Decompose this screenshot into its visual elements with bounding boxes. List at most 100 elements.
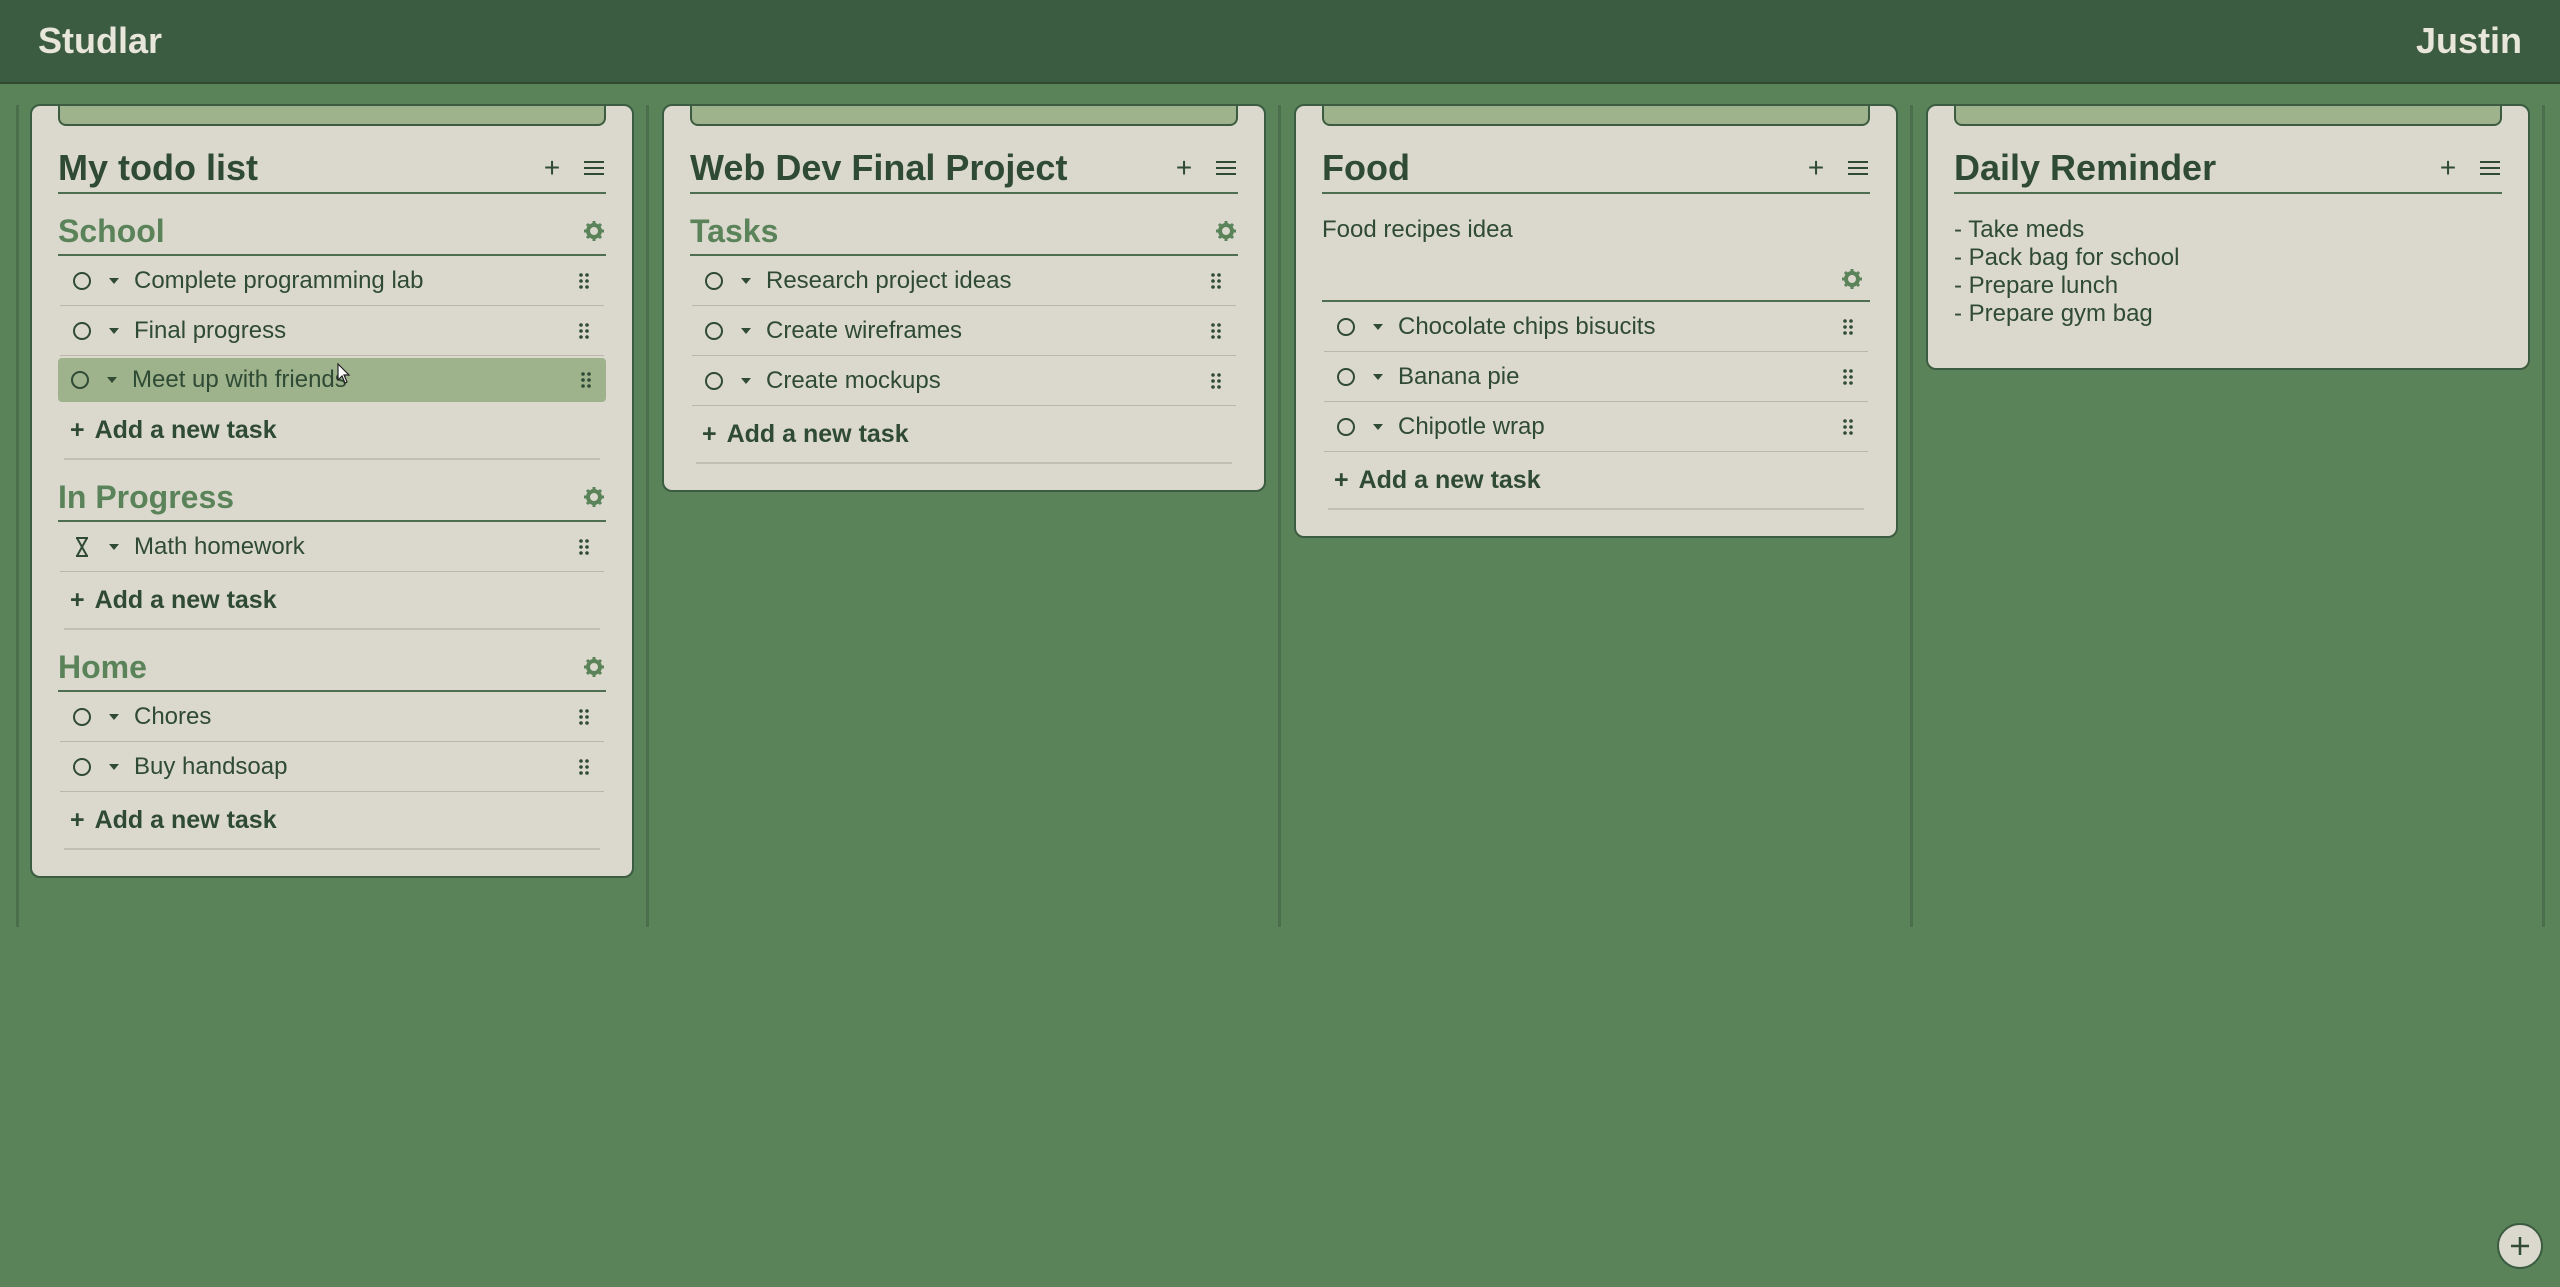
gear-icon[interactable] [1840,267,1864,291]
caret-down-icon[interactable] [726,277,766,285]
card-header: Food + [1322,126,1870,194]
caret-down-icon[interactable] [94,713,134,721]
task-label: Buy handsoap [134,752,288,780]
drag-handle-icon[interactable] [1838,368,1858,386]
card-description: - Take meds - Pack bag for school - Prep… [1954,216,2180,327]
circle-icon[interactable] [70,707,94,727]
plus-icon[interactable]: + [2436,154,2460,182]
plus-circle-icon [2511,1237,2529,1255]
caret-down-icon[interactable] [1358,323,1398,331]
card-daily-reminder: Daily Reminder + - Take meds - Pack bag … [1926,104,2530,370]
drag-handle-icon[interactable] [574,758,594,776]
drag-handle-icon[interactable] [574,538,594,556]
add-task-button[interactable]: + Add a new task [64,792,600,850]
mouse-cursor-icon [337,363,351,384]
add-task-button[interactable]: + Add a new task [64,572,600,630]
plus-icon[interactable]: + [1172,154,1196,182]
hamburger-menu-icon[interactable] [1846,156,1870,180]
card-header: My todo list + [58,126,606,194]
circle-icon[interactable] [702,321,726,341]
user-name[interactable]: Justin [2416,20,2522,62]
task-row[interactable]: Meet up with friends [58,358,606,402]
task-row[interactable]: Chocolate chips bisucits [1324,302,1868,352]
hamburger-menu-icon[interactable] [582,156,606,180]
gear-icon[interactable] [582,485,606,509]
circle-icon[interactable] [70,321,94,341]
circle-icon[interactable] [1334,317,1358,337]
add-card-button[interactable] [2497,1223,2543,1269]
task-label: Meet up with friends [132,366,347,393]
card-drag-tab[interactable] [1322,106,1870,126]
gear-icon[interactable] [582,655,606,679]
plus-icon[interactable]: + [1804,154,1828,182]
circle-icon[interactable] [702,271,726,291]
card-my-todo-list: My todo list + School Complete programmi… [30,104,634,878]
circle-icon[interactable] [70,271,94,291]
task-row[interactable]: Research project ideas [692,256,1236,306]
drag-handle-icon[interactable] [1206,372,1226,390]
drag-handle-icon[interactable] [1206,322,1226,340]
drag-handle-icon[interactable] [576,371,596,389]
caret-down-icon[interactable] [94,277,134,285]
column-divider [2542,105,2545,927]
drag-handle-icon[interactable] [574,272,594,290]
add-task-button[interactable]: + Add a new task [1328,452,1864,510]
caret-down-icon[interactable] [726,327,766,335]
plus-icon: + [70,585,85,614]
task-row[interactable]: Create mockups [692,356,1236,406]
circle-icon[interactable] [1334,417,1358,437]
add-task-button[interactable]: + Add a new task [64,402,600,460]
add-task-label: Add a new task [726,419,909,448]
caret-down-icon[interactable] [94,763,134,771]
add-task-label: Add a new task [94,585,277,614]
drag-handle-icon[interactable] [1206,272,1226,290]
add-task-button[interactable]: + Add a new task [696,406,1232,464]
drag-handle-icon[interactable] [1838,418,1858,436]
caret-down-icon[interactable] [94,327,134,335]
task-label: Research project ideas [766,266,1012,294]
gear-icon[interactable] [582,219,606,243]
gear-icon[interactable] [1214,219,1238,243]
plus-icon[interactable]: + [540,154,564,182]
caret-down-icon[interactable] [1358,373,1398,381]
task-row[interactable]: Buy handsoap [60,742,604,792]
card-title: My todo list [58,147,258,188]
add-task-label: Add a new task [1358,465,1541,494]
section-header-school: School [58,194,606,256]
add-task-label: Add a new task [94,415,277,444]
task-label: Create mockups [766,366,941,394]
card-title: Web Dev Final Project [690,147,1068,188]
task-row[interactable]: Chores [60,692,604,742]
task-row[interactable]: Create wireframes [692,306,1236,356]
drag-handle-icon[interactable] [574,708,594,726]
task-row[interactable]: Banana pie [1324,352,1868,402]
caret-down-icon[interactable] [1358,423,1398,431]
hourglass-icon[interactable] [70,536,94,557]
task-row[interactable]: Math homework [60,522,604,572]
task-row[interactable]: Complete programming lab [60,256,604,306]
card-description: Food recipes idea [1322,216,1513,243]
hamburger-menu-icon[interactable] [2478,156,2502,180]
hamburger-menu-icon[interactable] [1214,156,1238,180]
caret-down-icon[interactable] [726,377,766,385]
task-label: Chores [134,702,212,730]
caret-down-icon[interactable] [92,376,132,384]
card-drag-tab[interactable] [690,106,1238,126]
section-title: Home [58,648,147,685]
circle-icon[interactable] [702,371,726,391]
circle-icon[interactable] [68,370,92,390]
task-row[interactable]: Final progress [60,306,604,356]
circle-icon[interactable] [70,757,94,777]
top-bar: Studlar Justin [0,0,2560,84]
card-drag-tab[interactable] [58,106,606,126]
circle-icon[interactable] [1334,367,1358,387]
caret-down-icon[interactable] [94,543,134,551]
card-title: Food [1322,147,1410,188]
drag-handle-icon[interactable] [1838,318,1858,336]
card-drag-tab[interactable] [1954,106,2502,126]
task-row[interactable]: Chipotle wrap [1324,402,1868,452]
column-divider [16,105,19,927]
app-brand[interactable]: Studlar [38,20,162,62]
drag-handle-icon[interactable] [574,322,594,340]
plus-icon: + [70,805,85,834]
